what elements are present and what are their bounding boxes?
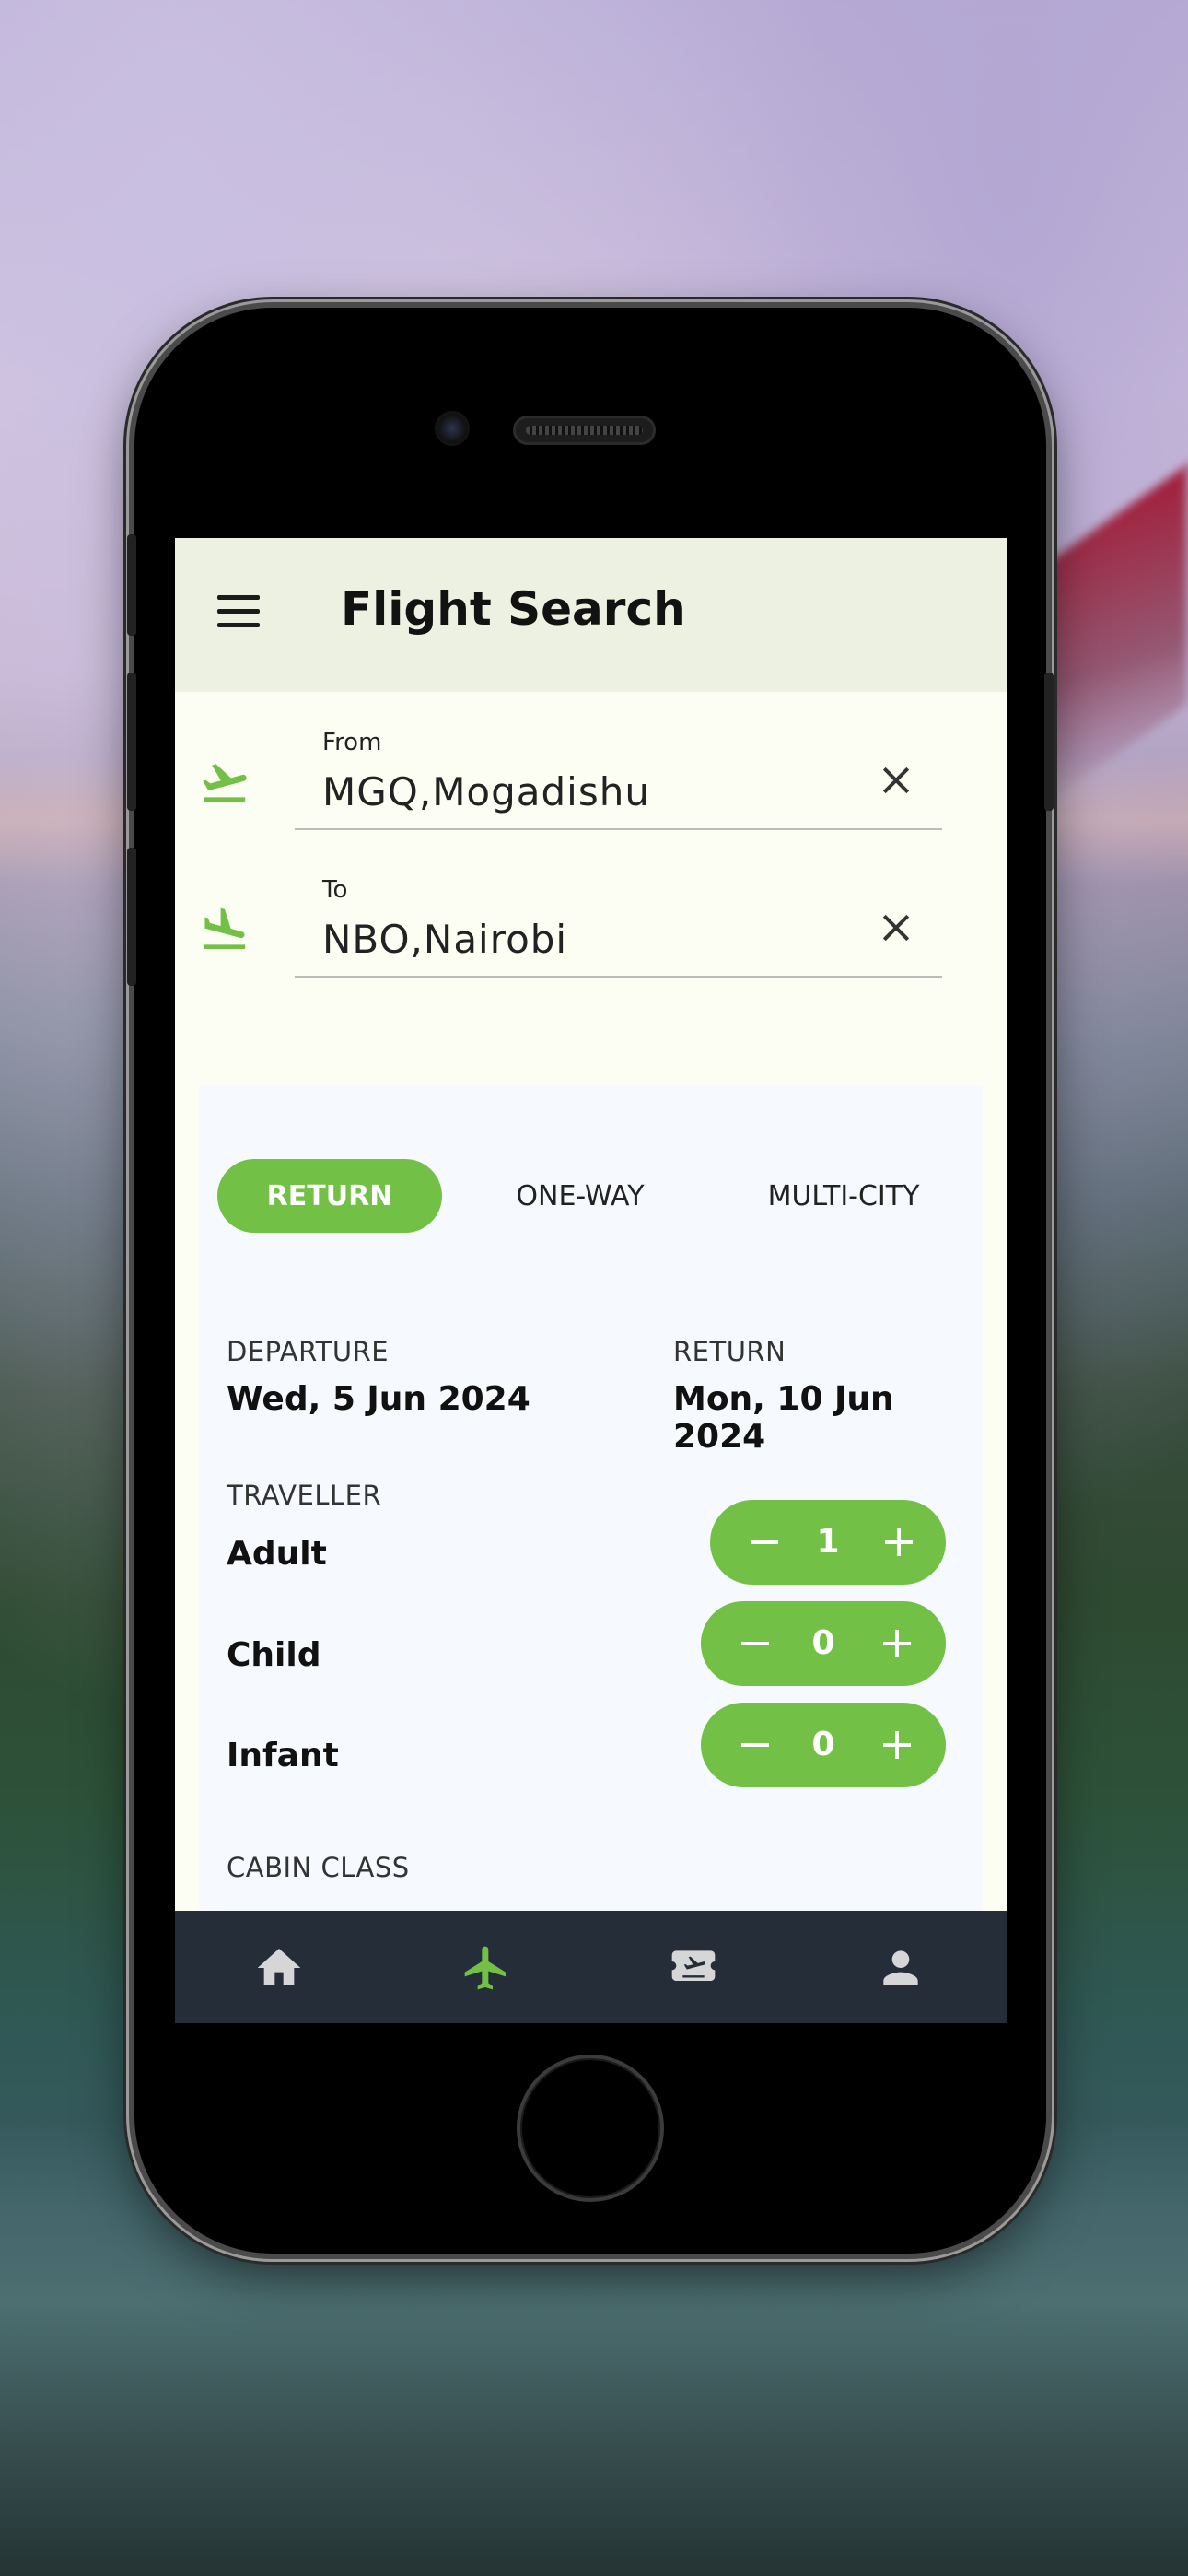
- tab-multi-city[interactable]: MULTI-CITY: [733, 1159, 954, 1233]
- clear-from-icon[interactable]: [878, 762, 914, 799]
- infant-increment-button[interactable]: [863, 1703, 927, 1787]
- phone-volume-up: [127, 673, 136, 811]
- nav-home[interactable]: [175, 1911, 382, 2023]
- phone-power-button: [1044, 673, 1054, 811]
- tab-one-way[interactable]: ONE-WAY: [479, 1159, 681, 1233]
- from-label: From: [322, 729, 382, 756]
- profile-icon: [882, 1950, 918, 1985]
- nav-profile[interactable]: [797, 1911, 1004, 2023]
- adult-stepper: 1: [710, 1500, 946, 1585]
- from-row: From MGQ,Mogadishu: [175, 692, 1007, 830]
- clear-to-icon[interactable]: [878, 909, 914, 946]
- nav-bookings[interactable]: [589, 1911, 797, 2023]
- child-decrement-button[interactable]: [719, 1601, 784, 1686]
- from-field[interactable]: From MGQ,Mogadishu: [295, 692, 942, 830]
- adult-count: 1: [816, 1523, 840, 1561]
- flight-takeoff-icon: [203, 764, 247, 802]
- return-label: RETURN: [673, 1336, 786, 1367]
- phone-mute-switch: [127, 534, 136, 636]
- app-bar: Flight Search: [175, 538, 1007, 692]
- page-title: Flight Search: [341, 582, 686, 636]
- bottom-navigation: [175, 1911, 1007, 2023]
- child-label: Child: [227, 1636, 321, 1674]
- earpiece-speaker: [513, 416, 656, 445]
- cabin-class-label: CABIN CLASS: [227, 1852, 410, 1883]
- adult-increment-button[interactable]: [865, 1500, 929, 1585]
- to-label: To: [322, 876, 348, 904]
- adult-label: Adult: [227, 1535, 327, 1573]
- phone-volume-down: [127, 848, 136, 986]
- to-value[interactable]: NBO,Nairobi: [322, 917, 567, 962]
- infant-count: 0: [811, 1726, 835, 1763]
- departure-date[interactable]: Wed, 5 Jun 2024: [227, 1380, 530, 1418]
- menu-icon[interactable]: [217, 595, 262, 632]
- traveller-label: TRAVELLER: [227, 1480, 382, 1511]
- home-button[interactable]: [517, 2055, 664, 2202]
- from-value[interactable]: MGQ,Mogadishu: [322, 769, 650, 814]
- adult-decrement-button[interactable]: [728, 1500, 793, 1585]
- infant-label: Infant: [227, 1737, 339, 1774]
- tab-return[interactable]: RETURN: [217, 1159, 442, 1233]
- infant-stepper: 0: [701, 1703, 946, 1787]
- search-options-card: RETURN ONE-WAY MULTI-CITY DEPARTURE Wed,…: [199, 1085, 983, 2023]
- child-increment-button[interactable]: [863, 1601, 927, 1686]
- to-field[interactable]: To NBO,Nairobi: [295, 839, 942, 978]
- child-stepper: 0: [701, 1601, 946, 1686]
- front-camera: [435, 411, 470, 446]
- ticket-icon: [671, 1950, 715, 1981]
- nav-flights[interactable]: [382, 1911, 589, 2023]
- infant-decrement-button[interactable]: [719, 1703, 784, 1787]
- flight-land-icon: [204, 907, 246, 949]
- flight-icon: [464, 1946, 506, 1990]
- child-count: 0: [811, 1624, 835, 1662]
- home-icon: [257, 1949, 300, 1985]
- return-date[interactable]: Mon, 10 Jun 2024: [673, 1380, 983, 1456]
- app-screen: Flight Search From MGQ,Mogadishu To NBO,…: [175, 538, 1007, 2023]
- to-row: To NBO,Nairobi: [175, 839, 1007, 978]
- departure-label: DEPARTURE: [227, 1336, 390, 1367]
